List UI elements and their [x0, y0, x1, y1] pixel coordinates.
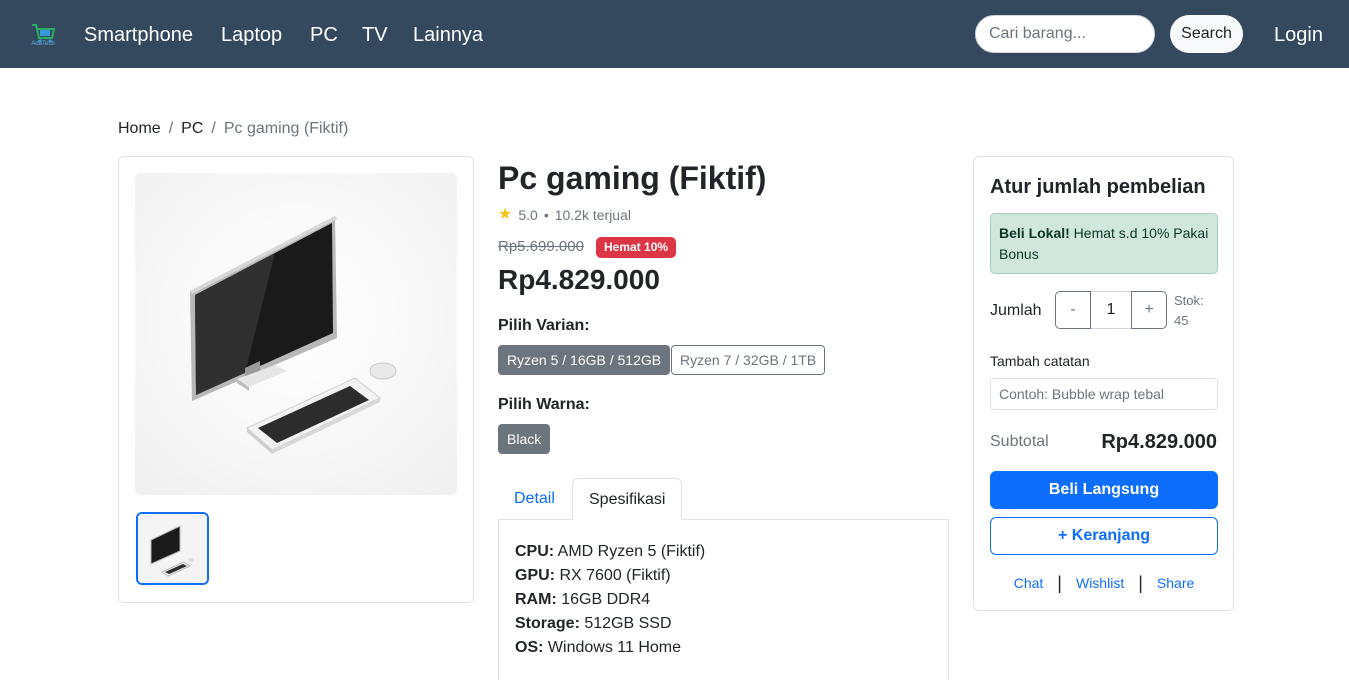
breadcrumb-separator: / — [211, 120, 216, 137]
spec-value: 512GB SSD — [584, 615, 672, 632]
spec-row-os: OS: Windows 11 Home — [515, 636, 705, 660]
note-label: Tambah catatan — [990, 353, 1090, 369]
stock-label: Stok: — [1174, 293, 1204, 308]
brand-logo-text: AdaTech — [31, 41, 55, 47]
add-to-cart-button[interactable]: + Keranjang — [990, 517, 1218, 555]
brand-logo[interactable]: AdaTech — [28, 20, 58, 50]
computer-thumbnail-image — [138, 514, 207, 583]
subtotal-value: Rp4.829.000 — [1101, 431, 1217, 453]
promo-alert: Beli Lokal! Hemat s.d 10% Pakai Bonus — [990, 213, 1218, 274]
action-separator: | — [1138, 573, 1143, 593]
sold-count: 10.2k terjual — [554, 207, 631, 223]
breadcrumb: Home / PC / Pc gaming (Fiktif) — [118, 119, 348, 139]
color-option-black[interactable]: Black — [498, 424, 551, 454]
stock-info: Stok: 45 — [1174, 291, 1214, 331]
quantity-decrease-button[interactable]: - — [1055, 291, 1091, 329]
search-input[interactable] — [975, 15, 1155, 53]
product-image-card — [118, 156, 474, 603]
action-separator: | — [1057, 573, 1062, 593]
stock-value: 45 — [1174, 313, 1189, 328]
variant-option-ryzen5[interactable]: Ryzen 5 / 16GB / 512GB — [498, 345, 671, 375]
chat-link[interactable]: Chat — [1004, 573, 1054, 593]
spec-row-ram: RAM: 16GB DDR4 — [515, 588, 705, 612]
rating-separator: • — [543, 207, 549, 223]
spec-list: CPU: AMD Ryzen 5 (Fiktif) GPU: RX 7600 (… — [515, 540, 705, 660]
quantity-stepper: - + — [1055, 291, 1167, 329]
nav-link-laptop[interactable]: Laptop — [221, 23, 282, 47]
color-label: Pilih Warna: — [498, 396, 590, 413]
spec-key: GPU: — [515, 567, 555, 584]
original-price: Rp5.699.000 — [498, 238, 584, 255]
discount-badge: Hemat 10% — [596, 237, 677, 258]
spec-value: AMD Ryzen 5 (Fiktif) — [557, 543, 706, 560]
spec-value: 16GB DDR4 — [561, 591, 651, 608]
spec-key: RAM: — [515, 591, 557, 608]
product-price: Rp4.829.000 — [498, 264, 660, 295]
spec-value: Windows 11 Home — [547, 639, 681, 656]
nav-link-pc[interactable]: PC — [310, 23, 338, 47]
variant-option-ryzen7[interactable]: Ryzen 7 / 32GB / 1TB — [671, 345, 826, 375]
navbar: AdaTech Smartphone Laptop PC TV Lainnya … — [0, 0, 1349, 68]
product-rating: ★ 5.0 • 10.2k terjual — [498, 206, 631, 224]
search-button[interactable]: Search — [1170, 15, 1243, 53]
spec-key: Storage: — [515, 615, 580, 632]
spec-row-storage: Storage: 512GB SSD — [515, 612, 705, 636]
nav-link-tv[interactable]: TV — [362, 23, 388, 47]
spec-value: RX 7600 (Fiktif) — [559, 567, 671, 584]
rating-value: 5.0 — [518, 207, 538, 223]
spec-row-cpu: CPU: AMD Ryzen 5 (Fiktif) — [515, 540, 705, 564]
spec-key: OS: — [515, 639, 544, 656]
quantity-input[interactable] — [1091, 291, 1131, 329]
note-input[interactable] — [990, 378, 1218, 410]
login-link[interactable]: Login — [1274, 23, 1323, 47]
tab-spesifikasi[interactable]: Spesifikasi — [572, 478, 683, 520]
quantity-label: Jumlah — [990, 302, 1042, 319]
star-icon: ★ — [498, 206, 513, 223]
computer-illustration — [190, 216, 397, 454]
action-links: Chat | Wishlist | Share — [990, 573, 1218, 593]
nav-link-lainnya[interactable]: Lainnya — [413, 23, 483, 47]
variant-label: Pilih Varian: — [498, 317, 590, 334]
product-title: Pc gaming (Fiktif) — [498, 160, 767, 196]
tab-detail[interactable]: Detail — [498, 478, 571, 520]
wishlist-link[interactable]: Wishlist — [1066, 573, 1134, 593]
breadcrumb-home[interactable]: Home — [118, 120, 161, 137]
spec-key: CPU: — [515, 543, 555, 560]
product-thumbnail[interactable] — [136, 512, 209, 585]
product-main-image[interactable] — [135, 173, 457, 495]
purchase-card: Atur jumlah pembelian Beli Lokal! Hemat … — [973, 156, 1234, 611]
breadcrumb-pc[interactable]: PC — [181, 120, 203, 137]
spec-panel: CPU: AMD Ryzen 5 (Fiktif) GPU: RX 7600 (… — [498, 519, 949, 680]
buy-now-button[interactable]: Beli Langsung — [990, 471, 1218, 509]
nav-link-smartphone[interactable]: Smartphone — [84, 23, 193, 47]
quantity-increase-button[interactable]: + — [1131, 291, 1167, 329]
promo-bold: Beli Lokal! — [999, 225, 1070, 241]
share-link[interactable]: Share — [1147, 573, 1204, 593]
breadcrumb-separator: / — [168, 120, 174, 137]
spec-row-gpu: GPU: RX 7600 (Fiktif) — [515, 564, 705, 588]
breadcrumb-current: Pc gaming (Fiktif) — [223, 120, 349, 137]
purchase-title: Atur jumlah pembelian — [990, 176, 1206, 198]
subtotal-label: Subtotal — [990, 433, 1049, 450]
